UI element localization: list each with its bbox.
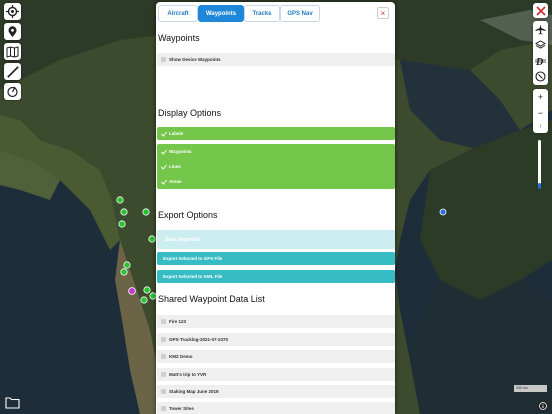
check-icon xyxy=(161,131,167,137)
close-map-button[interactable] xyxy=(533,3,548,18)
show-device-waypoints-row[interactable]: Show Device Waypoints xyxy=(157,53,395,66)
waypoints-option-label: Waypoints xyxy=(169,149,192,154)
checkbox[interactable] xyxy=(161,354,166,359)
list-item-label: Staking Map June 2019 xyxy=(169,389,219,394)
checkbox[interactable] xyxy=(161,372,166,377)
info-icon xyxy=(539,402,547,410)
list-item-label: Matt's trip to YVR xyxy=(169,372,207,377)
labels-label: Labels xyxy=(169,131,184,136)
reticle-icon xyxy=(6,5,19,18)
checkbox[interactable] xyxy=(161,319,166,324)
measure-tool-button[interactable] xyxy=(4,63,21,80)
folder-icon xyxy=(4,396,20,409)
airplane-icon[interactable] xyxy=(535,24,546,35)
svg-text:D: D xyxy=(535,57,543,66)
shared-list-heading: Shared Waypoint Data List xyxy=(158,294,265,304)
list-item[interactable]: Tower Sites xyxy=(157,402,395,414)
list-item-label: Fire 123 xyxy=(169,319,187,324)
waypoints-heading: Waypoints xyxy=(158,33,200,43)
map-options-toolbar: D xyxy=(533,21,548,85)
range-ring-button[interactable] xyxy=(4,83,21,100)
areas-option[interactable]: Areas xyxy=(157,175,395,188)
waypoint-tool-button[interactable] xyxy=(4,23,21,40)
waypoints-option[interactable]: Waypoints xyxy=(157,145,395,158)
list-item[interactable]: Matt's trip to YVR xyxy=(157,368,395,381)
check-icon xyxy=(161,149,167,155)
map-zoom-slider-thumb[interactable] xyxy=(538,183,541,189)
list-item-label: Tower Sites xyxy=(169,406,194,411)
info-button[interactable] xyxy=(538,401,548,411)
list-item-label: GPS-Tracklog-2021-07-2370 xyxy=(169,337,229,342)
check-icon xyxy=(161,179,167,185)
export-options-heading: Export Options xyxy=(158,210,218,220)
zoom-controls: + − ↑ xyxy=(533,89,548,133)
range-ring-icon xyxy=(7,86,18,98)
list-item[interactable]: Fire 123 xyxy=(157,315,395,328)
list-item[interactable]: Staking Map June 2019 xyxy=(157,385,395,398)
zoom-in-button[interactable]: + xyxy=(538,92,543,102)
dp-logo-icon[interactable]: D xyxy=(534,56,547,66)
checkbox[interactable] xyxy=(161,406,166,411)
lines-option[interactable]: Lines xyxy=(157,160,395,173)
display-options-heading: Display Options xyxy=(158,108,222,118)
tab-gps-nav[interactable]: GPS Nav xyxy=(280,5,320,22)
list-item[interactable]: GPS-Tracklog-2021-07-2370 xyxy=(157,333,395,346)
map-icon xyxy=(6,45,19,58)
export-kml-button[interactable]: Export Selected to KML File xyxy=(157,270,395,283)
areas-option-label: Areas xyxy=(169,179,182,184)
panel-tabs: Aircraft Waypoints Tracks GPS Nav × xyxy=(156,2,395,26)
checkbox[interactable] xyxy=(161,57,166,62)
show-device-waypoints-label: Show Device Waypoints xyxy=(169,57,221,62)
lines-option-label: Lines xyxy=(169,164,181,169)
files-button[interactable] xyxy=(4,394,20,410)
export-gpx-button[interactable]: Export Selected to GPX File xyxy=(157,252,395,265)
ruler-icon xyxy=(6,65,19,78)
save-imported-button[interactable]: Save Imported xyxy=(157,230,395,249)
north-up-button[interactable]: ↑ xyxy=(539,124,542,130)
tab-tracks[interactable]: Tracks xyxy=(244,5,280,22)
tab-waypoints[interactable]: Waypoints xyxy=(198,5,244,22)
list-item[interactable]: KMZ Demo xyxy=(157,350,395,363)
map-pin-icon xyxy=(8,25,17,37)
panel-close-button[interactable]: × xyxy=(377,7,389,19)
labels-option[interactable]: Labels xyxy=(157,127,395,140)
checkbox[interactable] xyxy=(161,389,166,394)
layers-icon[interactable] xyxy=(535,40,546,50)
check-icon xyxy=(161,164,167,170)
tab-aircraft[interactable]: Aircraft xyxy=(158,5,198,22)
close-icon xyxy=(535,5,546,16)
aircraft-reticle-button[interactable] xyxy=(4,3,21,20)
checkbox[interactable] xyxy=(161,337,166,342)
map-zoom-slider-track[interactable] xyxy=(538,140,541,188)
zoom-out-button[interactable]: − xyxy=(538,108,543,118)
list-item-label: KMZ Demo xyxy=(169,354,193,359)
waypoints-panel: Aircraft Waypoints Tracks GPS Nav × Wayp… xyxy=(156,2,395,414)
map-scale-bar: 300 nm xyxy=(514,385,547,392)
map-layers-button[interactable] xyxy=(4,43,21,60)
search-map-icon[interactable] xyxy=(535,71,546,82)
